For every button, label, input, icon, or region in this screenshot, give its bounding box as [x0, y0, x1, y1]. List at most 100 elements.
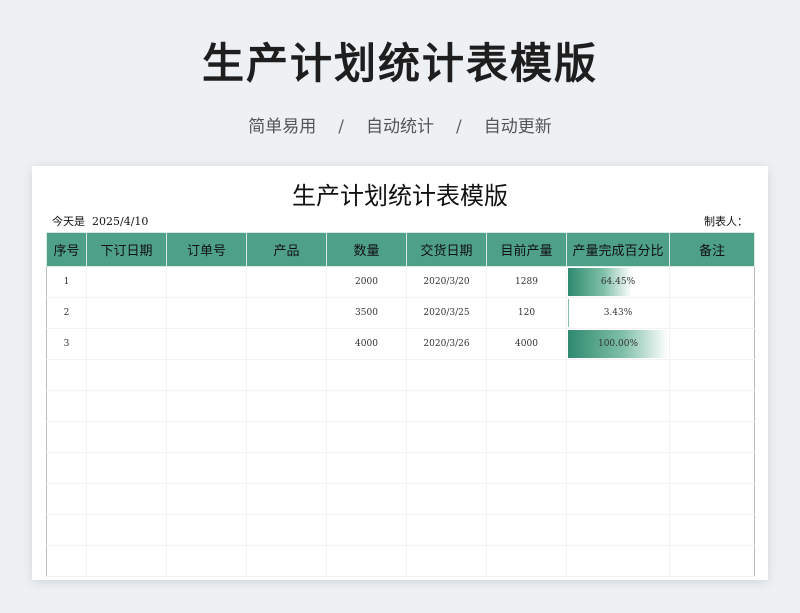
table-cell[interactable] [406, 390, 487, 422]
table-cell[interactable]: 100.00% [566, 328, 670, 360]
table-cell[interactable] [486, 421, 567, 453]
table-cell[interactable]: 4000 [486, 328, 567, 360]
table-cell[interactable] [86, 545, 167, 577]
column-header[interactable]: 产品 [246, 232, 327, 267]
table-row [46, 359, 755, 391]
table-cell[interactable] [166, 452, 247, 484]
table-cell[interactable] [486, 390, 567, 422]
column-header[interactable]: 数量 [326, 232, 407, 267]
table-cell[interactable] [46, 359, 87, 391]
table-cell[interactable] [246, 514, 327, 546]
table-cell[interactable] [326, 545, 407, 577]
table-cell[interactable] [46, 514, 87, 546]
table-cell[interactable] [566, 359, 670, 391]
table-cell[interactable] [406, 359, 487, 391]
column-header[interactable]: 订单号 [166, 232, 247, 267]
table-cell[interactable]: 1289 [486, 266, 567, 298]
table-cell[interactable] [46, 390, 87, 422]
table-cell[interactable]: 4000 [326, 328, 407, 360]
table-cell[interactable] [669, 483, 755, 515]
table-cell[interactable] [326, 452, 407, 484]
table-cell[interactable] [86, 266, 167, 298]
table-cell[interactable] [406, 483, 487, 515]
table-cell[interactable] [669, 359, 755, 391]
table-cell[interactable] [246, 390, 327, 422]
table-cell[interactable] [669, 545, 755, 577]
table-cell[interactable] [486, 483, 567, 515]
table-cell[interactable] [166, 359, 247, 391]
table-cell[interactable] [669, 421, 755, 453]
table-cell[interactable] [86, 452, 167, 484]
table-cell[interactable] [669, 452, 755, 484]
table-cell[interactable] [166, 483, 247, 515]
table-cell[interactable] [669, 297, 755, 329]
table-cell[interactable] [166, 514, 247, 546]
table-cell[interactable] [406, 545, 487, 577]
table-cell[interactable] [566, 452, 670, 484]
table-cell[interactable] [669, 390, 755, 422]
table-cell[interactable] [46, 483, 87, 515]
table-cell[interactable]: 2020/3/25 [406, 297, 487, 329]
column-header[interactable]: 备注 [669, 232, 755, 267]
table-cell[interactable]: 3.43% [566, 297, 670, 329]
table-cell[interactable] [566, 545, 670, 577]
table-cell[interactable] [46, 421, 87, 453]
table-cell[interactable] [326, 390, 407, 422]
table-cell[interactable] [566, 390, 670, 422]
table-cell[interactable] [246, 266, 327, 298]
table-cell[interactable] [166, 297, 247, 329]
column-header[interactable]: 序号 [46, 232, 87, 267]
table-cell[interactable] [669, 266, 755, 298]
table-cell[interactable]: 2020/3/26 [406, 328, 487, 360]
table-cell[interactable] [86, 297, 167, 329]
table-cell[interactable] [406, 421, 487, 453]
table-cell[interactable] [566, 421, 670, 453]
table-cell[interactable] [326, 514, 407, 546]
table-cell[interactable] [486, 514, 567, 546]
table-cell[interactable] [86, 328, 167, 360]
table-cell[interactable] [246, 483, 327, 515]
table-cell[interactable] [46, 545, 87, 577]
table-cell[interactable] [486, 359, 567, 391]
table-cell[interactable] [86, 359, 167, 391]
table-cell[interactable] [326, 421, 407, 453]
table-cell[interactable] [669, 328, 755, 360]
table-cell[interactable]: 64.45% [566, 266, 670, 298]
table-cell[interactable] [246, 452, 327, 484]
table-cell[interactable] [86, 483, 167, 515]
table-cell[interactable] [166, 390, 247, 422]
table-cell[interactable] [246, 297, 327, 329]
table-cell[interactable] [166, 328, 247, 360]
table-cell[interactable] [166, 421, 247, 453]
table-cell[interactable] [86, 390, 167, 422]
table-cell[interactable] [166, 545, 247, 577]
column-header[interactable]: 产量完成百分比 [566, 232, 670, 267]
table-cell[interactable] [566, 483, 670, 515]
table-cell[interactable] [86, 514, 167, 546]
table-cell[interactable] [46, 452, 87, 484]
table-cell[interactable] [669, 514, 755, 546]
table-cell[interactable]: 2 [46, 297, 87, 329]
table-cell[interactable]: 3 [46, 328, 87, 360]
column-header[interactable]: 下订日期 [86, 232, 167, 267]
table-cell[interactable]: 3500 [326, 297, 407, 329]
table-cell[interactable] [246, 421, 327, 453]
table-cell[interactable]: 120 [486, 297, 567, 329]
table-cell[interactable]: 2000 [326, 266, 407, 298]
table-cell[interactable] [86, 421, 167, 453]
table-cell[interactable]: 1 [46, 266, 87, 298]
table-cell[interactable] [246, 545, 327, 577]
table-cell[interactable] [406, 452, 487, 484]
table-cell[interactable] [486, 452, 567, 484]
table-cell[interactable]: 2020/3/20 [406, 266, 487, 298]
table-cell[interactable] [246, 328, 327, 360]
table-cell[interactable] [406, 514, 487, 546]
column-header[interactable]: 交货日期 [406, 232, 487, 267]
table-cell[interactable] [326, 359, 407, 391]
column-header[interactable]: 目前产量 [486, 232, 567, 267]
table-cell[interactable] [486, 545, 567, 577]
table-cell[interactable] [326, 483, 407, 515]
table-cell[interactable] [566, 514, 670, 546]
table-cell[interactable] [246, 359, 327, 391]
table-cell[interactable] [166, 266, 247, 298]
